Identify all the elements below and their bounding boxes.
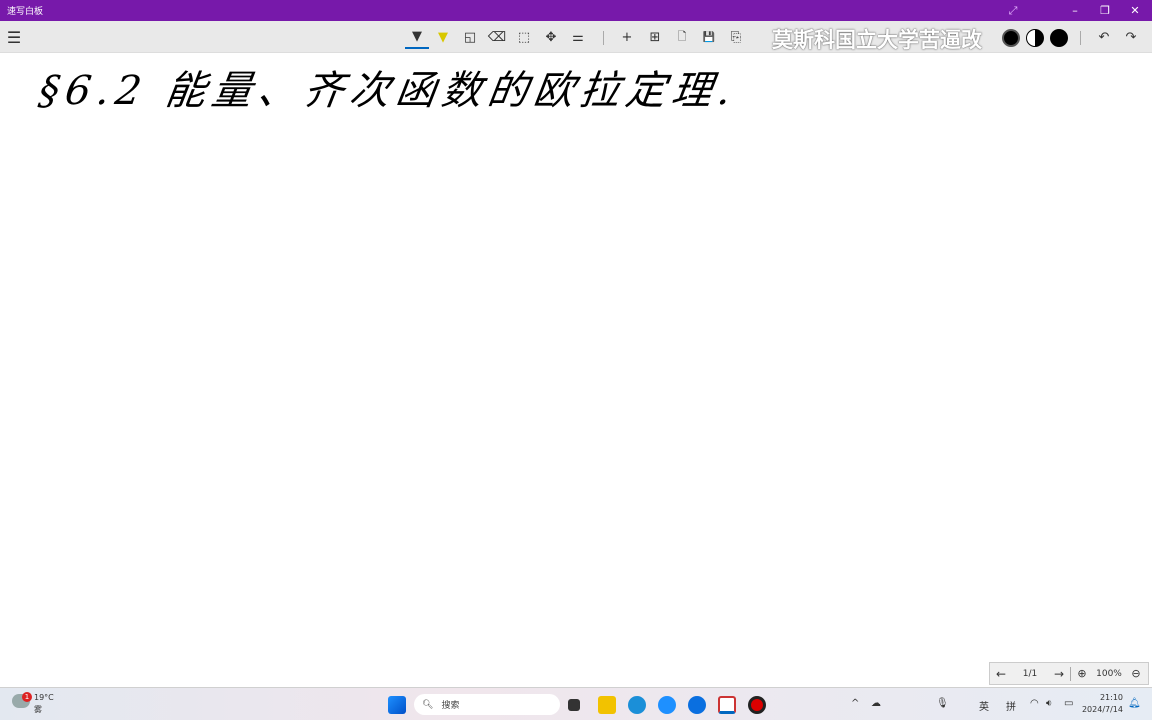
weather-temp[interactable]: 19°C <box>34 693 54 702</box>
ime-language[interactable]: 英 <box>979 698 989 713</box>
whiteboard-app-icon[interactable] <box>718 696 736 714</box>
close-button[interactable]: ✕ <box>1120 0 1150 21</box>
add-page-button[interactable]: + <box>615 25 639 49</box>
window-title: 速写白板 <box>7 7 44 17</box>
browser-icon[interactable] <box>658 696 676 714</box>
contrast-button[interactable] <box>1026 29 1044 47</box>
page-indicator: 1/1 <box>1022 668 1038 679</box>
divider <box>603 31 604 45</box>
prev-page-button[interactable]: ← <box>990 667 1012 681</box>
title-bar: 速写白板 ⤢ – ❐ ✕ <box>0 0 1152 21</box>
save-button[interactable]: 💾 <box>697 25 721 49</box>
settings-tool-button[interactable]: ⚌ <box>566 25 590 49</box>
app-icon[interactable] <box>688 696 706 714</box>
tray-overflow-icon[interactable]: ^ <box>851 698 859 709</box>
menu-icon[interactable]: ☰ <box>2 25 26 49</box>
minimize-button[interactable]: – <box>1060 0 1090 21</box>
battery-icon[interactable]: ▭ <box>1064 698 1073 709</box>
pen-tool-button[interactable]: ▼ <box>405 25 429 49</box>
file-explorer-icon[interactable] <box>598 696 616 714</box>
edge-icon[interactable] <box>628 696 646 714</box>
new-file-button[interactable]: 🗋 <box>670 25 694 49</box>
grid-button[interactable]: ⊞ <box>643 25 667 49</box>
start-icon[interactable] <box>388 696 406 714</box>
pause-button[interactable] <box>1050 29 1068 47</box>
pan-tool-button[interactable]: ✥ <box>539 25 563 49</box>
restore-button[interactable]: ❐ <box>1090 0 1120 21</box>
shape-tool-button[interactable]: ◱ <box>458 25 482 49</box>
eraser-tool-button[interactable]: ⌫ <box>485 25 509 49</box>
color-black-button[interactable] <box>1002 29 1020 47</box>
search-placeholder: 搜索 <box>441 701 460 711</box>
select-tool-button[interactable]: ⬚ <box>512 25 536 49</box>
volume-icon[interactable]: 🔉︎ <box>1046 698 1052 709</box>
divider <box>1080 31 1081 45</box>
task-view-icon[interactable] <box>568 699 580 711</box>
wifi-icon[interactable]: ◠ <box>1030 698 1039 709</box>
clock-date[interactable]: 2024/7/14 <box>1080 705 1123 714</box>
taskbar: 1 19°C 雾 🔍︎ 搜索 ^ ☁ 🎙︎ 英 拼 ◠ 🔉︎ ▭ 21:10 20… <box>0 687 1152 720</box>
zoom-out-button[interactable]: ⊖ <box>1125 667 1147 680</box>
search-icon: 🔍︎ <box>422 699 434 710</box>
highlighter-tool-button[interactable]: ▼ <box>431 25 455 49</box>
watermark: 莫斯科国立大学苦逼改 <box>772 28 982 52</box>
zoom-in-button[interactable]: ⊕ <box>1071 667 1093 680</box>
recorder-icon[interactable] <box>748 696 766 714</box>
whiteboard-canvas[interactable] <box>0 54 1152 686</box>
export-button[interactable]: ⎘ <box>724 25 748 49</box>
clock-time[interactable]: 21:10 <box>1085 693 1123 702</box>
fullscreen-icon[interactable]: ⤢ <box>998 0 1028 21</box>
weather-badge: 1 <box>22 692 32 702</box>
onedrive-icon[interactable]: ☁ <box>871 698 881 709</box>
undo-button[interactable]: ↶ <box>1092 25 1116 49</box>
taskbar-search[interactable]: 🔍︎ 搜索 <box>414 694 560 715</box>
microphone-icon[interactable]: 🎙︎ <box>936 698 949 709</box>
zoom-level: 100% <box>1096 668 1122 679</box>
redo-button[interactable]: ↷ <box>1119 25 1143 49</box>
ime-mode[interactable]: 拼 <box>1006 698 1016 713</box>
next-page-button[interactable]: → <box>1048 667 1070 681</box>
handwritten-heading: §6.2 能量、齐次函数的欧拉定理. <box>36 68 740 114</box>
notification-bell-icon[interactable]: 🔔︎ <box>1128 698 1141 709</box>
weather-condition: 雾 <box>34 705 42 714</box>
page-navigator: ← 1/1 → ⊕ 100% ⊖ <box>989 662 1149 685</box>
